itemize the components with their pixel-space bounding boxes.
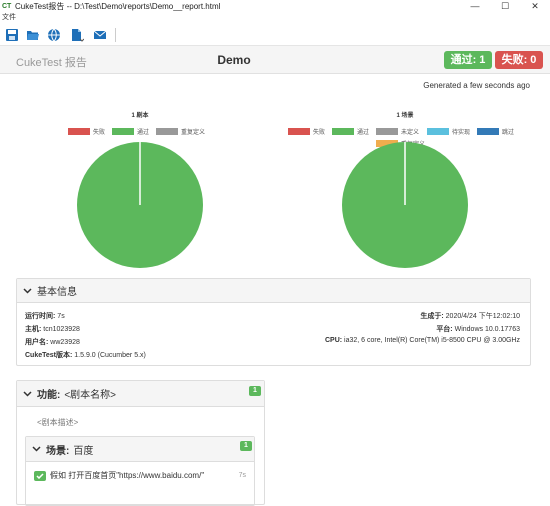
failed-count-badge: 失败: 0 [495,51,543,69]
step-duration: 7s [238,472,246,479]
feature-header[interactable]: 功能: <剧本名称> [17,381,264,407]
feature-count-badge: 1 [249,386,261,396]
chevron-down-icon[interactable] [17,287,37,294]
feature-name: <剧本名称> [64,390,117,401]
step-text: 假如 打开百度首页"https://www.baidu.com/" [50,471,205,480]
toolbar-divider [115,27,116,42]
app-logo-icon: CT [2,2,12,10]
export-file-icon [72,28,84,42]
email-icon [93,30,107,39]
export-button[interactable] [66,26,88,44]
generated-timestamp: Generated a few seconds ago [423,81,530,90]
legend-item-fail[interactable]: 失败 [68,127,105,136]
legend-item-pass[interactable]: 通过 [112,127,149,136]
platform-row: 平台: Windows 10.0.17763 [436,326,520,333]
feature-description: <剧本描述> [37,418,79,427]
close-button[interactable]: ✕ [520,1,550,12]
scenario-panel: 场景: 百度 1 假如 打开百度首页"https://www.baidu.com… [25,436,255,506]
basic-info-panel: 基本信息 运行时间: 7s 主机: tcn1023928 用户名: ww2392… [16,278,531,366]
save-icon [6,28,18,41]
check-icon [34,470,46,481]
user-row: 用户名: ww23928 [25,339,80,346]
folder-open-icon [27,30,39,40]
basic-info-header[interactable]: 基本信息 [17,279,530,303]
passed-count-badge: 通过: 1 [444,51,492,69]
chart-title: 1 剧本 [131,113,149,119]
chevron-down-icon[interactable] [17,390,37,397]
scenario-header[interactable]: 场景: 百度 [26,437,254,462]
report-header: CukeTest 报告 Demo 通过: 1 失败: 0 [0,46,550,74]
legend-item-pass[interactable]: 通过 [332,127,369,136]
menu-file[interactable]: 文件 [2,14,16,21]
legend-item-skipped[interactable]: 跳过 [477,127,514,136]
host-row: 主机: tcn1023928 [25,326,80,333]
scenarios-pie [342,142,468,268]
legend-item-fail[interactable]: 失败 [288,127,325,136]
runtime-row: 运行时间: 7s [25,313,65,320]
scenarios-pie-chart: 1 场景 失败 通过 未定义 待实现 跳过 重复定义 [280,105,530,268]
basic-info-title: 基本信息 [37,287,77,298]
email-button[interactable] [91,26,109,44]
legend-item-pending[interactable]: 待实现 [427,127,470,136]
save-button[interactable] [3,26,21,44]
generated-row: 生成于: 2020/4/24 下午12:02:10 [420,313,520,320]
scenario-name: 百度 [73,445,94,457]
chevron-down-icon[interactable] [26,446,46,452]
toolbar [0,24,550,46]
window-titlebar: CT CukeTest报告 -- D:\Test\Demo\reports\De… [0,0,550,12]
page-title: Demo [217,53,251,67]
minimize-button[interactable]: — [460,1,490,11]
globe-icon [48,28,60,41]
open-folder-button[interactable] [24,26,42,44]
step-row: 假如 打开百度首页"https://www.baidu.com/" [34,470,204,481]
feature-label: 功能: [37,390,61,401]
window-title: CukeTest报告 -- D:\Test\Demo\reports\Demo_… [15,1,221,11]
cpu-row: CPU: ia32, 6 core, Intel(R) Core(TM) i5-… [324,337,520,344]
version-row: CukeTest版本: 1.5.9.0 (Cucumber 5.x) [25,352,146,359]
maximize-button[interactable]: ☐ [490,1,520,12]
scenario-label: 场景: [46,445,70,457]
scripts-pie-chart: 1 剧本 失败 通过 重复定义 [60,105,220,268]
menu-bar: 文件 [0,12,550,23]
feature-panel: 功能: <剧本名称> 1 <剧本描述> 场景: 百度 1 假如 打开百度首页"h… [16,380,265,506]
legend-item-undefined[interactable]: 未定义 [376,127,419,136]
chart-title: 1 场景 [396,113,414,119]
scripts-pie [77,142,203,268]
browser-button[interactable] [45,26,63,44]
scenario-count-badge: 1 [240,441,252,451]
legend-item-ambiguous[interactable]: 重复定义 [156,127,205,136]
